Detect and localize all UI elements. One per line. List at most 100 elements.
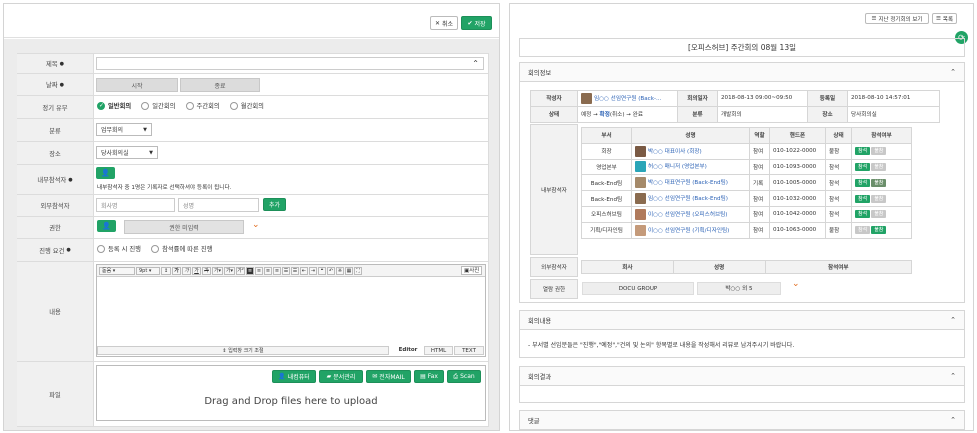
progress-option-on-register[interactable]: 등록 시 진행	[97, 244, 141, 253]
date-label: 날짜 ●	[17, 74, 94, 95]
progress-radio-group: 등록 시 진행 참석률에 따른 진행	[97, 244, 220, 255]
section-header-result[interactable]: 회의결과 ⌃	[519, 366, 965, 386]
external-add-button[interactable]: 추가	[263, 198, 286, 211]
attend-yes-button[interactable]: 참석	[855, 147, 871, 156]
folder-icon: ▰	[326, 373, 332, 380]
progress-option-by-rate[interactable]: 참석률에 따른 진행	[151, 244, 212, 253]
title-label: 제목 ●	[17, 54, 94, 73]
attend-no-button[interactable]: 불참	[871, 210, 887, 219]
caret-down-icon: ▼	[149, 149, 153, 156]
regular-option-general[interactable]: 일반회의	[97, 101, 131, 110]
info-table: 작성자 임○○ 선임연구원 (Back-... 회의일자 2018-08-13 …	[530, 90, 940, 123]
regular-radio-group: 일반회의 일간회의 주간회의 월간회의	[97, 101, 272, 112]
quote-icon[interactable]: ❝	[318, 267, 326, 275]
attendee-table: 부서 성명 역할 핸드폰 상태 참석여부 회장 박○○ 대표이사 (회장) 참여…	[581, 127, 912, 239]
status-label: 상태	[530, 105, 578, 123]
ordered-list-icon[interactable]: ☰	[282, 267, 290, 275]
align-center-icon[interactable]: ≡	[255, 267, 263, 275]
writer-label: 작성자	[530, 90, 578, 107]
underline-icon[interactable]: 가	[192, 267, 201, 275]
attend-yes-button[interactable]: 참석	[855, 226, 871, 235]
align-left-icon[interactable]: ≡	[246, 267, 254, 275]
attend-no-button[interactable]: 불참	[871, 147, 887, 156]
avatar	[635, 161, 646, 173]
font-family-select[interactable]: 돋움 ▾	[99, 267, 135, 275]
category-select[interactable]: 업무회의 ▼	[96, 123, 152, 136]
list-button[interactable]: ☰ 목록	[932, 13, 957, 24]
regular-option-daily[interactable]: 일간회의	[141, 101, 175, 110]
font-size-select[interactable]: 9pt ▾	[136, 267, 160, 275]
special-char-icon[interactable]: ※	[336, 267, 344, 275]
strike-icon[interactable]: 가	[202, 267, 211, 275]
category-label: 분류	[17, 119, 94, 141]
line-height-icon[interactable]: ↕	[161, 267, 171, 275]
add-auth-user-button[interactable]: 👤	[97, 220, 116, 232]
avatar	[635, 208, 646, 220]
external-name-input[interactable]: 성명	[178, 198, 259, 212]
regular-option-weekly[interactable]: 주간회의	[185, 101, 220, 110]
italic-icon[interactable]: 가	[182, 267, 191, 275]
regular-option-monthly[interactable]: 월간회의	[229, 101, 264, 110]
superscript-icon[interactable]: 가²	[236, 267, 245, 275]
chevron-up-icon[interactable]: ⌃	[472, 59, 479, 68]
upload-doc-manage-button[interactable]: ▰ 문서관리	[319, 370, 363, 383]
place-select[interactable]: 당사회의실 ▼	[96, 146, 158, 159]
attend-no-button[interactable]: 불참	[871, 194, 887, 203]
tab-text[interactable]: TEXT	[454, 346, 484, 355]
prev-regular-meeting-button[interactable]: ☰ 지난 정기회의 보기	[865, 13, 929, 24]
external-company-input[interactable]: 회사명	[96, 198, 175, 212]
insert-photo-button[interactable]: ▣사진	[461, 266, 483, 275]
writer-value[interactable]: 임○○ 선임연구원 (Back-...	[577, 90, 678, 107]
chevron-up-icon: ⌃	[950, 68, 956, 76]
table-row: 회장 박○○ 대표이사 (회장) 참여 010-1022-0000 불참 참석 불…	[581, 142, 912, 160]
editor-resize-handle[interactable]: ⇕ 입력창 크기 조절	[97, 346, 389, 355]
fullscreen-icon[interactable]: ⛶	[354, 267, 362, 275]
section-header-comment[interactable]: 댓글 ⌃	[519, 410, 965, 430]
table-row: Back-End팀 박○○ 대표연구원 (Back-End팀) 기록 010-1…	[581, 174, 912, 192]
section-header-info[interactable]: 회의정보 ⌃	[519, 62, 965, 82]
align-right-icon[interactable]: ≡	[264, 267, 272, 275]
attend-yes-button[interactable]: 참석	[855, 210, 871, 219]
section-header-content[interactable]: 회의내용 ⌃	[519, 310, 965, 330]
upload-fax-button[interactable]: ▤ Fax	[414, 370, 444, 383]
align-justify-icon[interactable]: ≡	[273, 267, 281, 275]
date-start-button[interactable]: 시작	[96, 78, 178, 92]
add-internal-attendee-button[interactable]: 👤	[96, 167, 115, 179]
cancel-button[interactable]: ✕ 취소	[430, 16, 458, 30]
auth-value-box: 권한 미입력	[124, 220, 244, 234]
upload-email-button[interactable]: ✉ 전자MAIL	[366, 370, 411, 383]
save-button[interactable]: ✔ 저장	[461, 16, 492, 30]
attend-no-button[interactable]: 불참	[871, 226, 887, 235]
upload-scan-button[interactable]: ⎙ Scan	[447, 370, 481, 383]
undo-icon[interactable]: ↶	[327, 267, 335, 275]
table-row: 영업본부 허○○ 매니저 (영업본부) 참여 010-1093-0000 참석 …	[581, 158, 912, 176]
caret-down-icon: ▼	[143, 126, 147, 133]
table-icon[interactable]: ▦	[345, 267, 353, 275]
font-color-icon[interactable]: 가▾	[212, 267, 223, 275]
attend-no-button[interactable]: 불참	[871, 178, 887, 187]
chevron-up-icon: ⌃	[950, 416, 956, 424]
attend-no-button[interactable]: 불참	[871, 162, 887, 171]
view-auth-label: 열람 권한	[530, 279, 578, 299]
editor-content-area[interactable]	[97, 278, 485, 344]
tab-editor[interactable]: Editor	[392, 346, 424, 355]
internal-attendee-label: 내부참석자 ●	[17, 165, 94, 194]
table-row: 오피스허브팀 이○○ 선임연구원 (오피스허브팀) 참여 010-1042-00…	[581, 205, 912, 223]
bullet-list-icon[interactable]: ☰	[291, 267, 299, 275]
outdent-icon[interactable]: ⇤	[300, 267, 308, 275]
chevron-down-icon[interactable]: ⌄	[792, 279, 800, 289]
upload-my-computer-button[interactable]: 👤 내컴퓨터	[272, 370, 316, 383]
date-end-button[interactable]: 종료	[180, 78, 260, 92]
category-value: 개발회의	[717, 105, 808, 123]
attend-yes-button[interactable]: 참석	[855, 194, 871, 203]
user-icon: 👤	[278, 373, 286, 380]
indent-icon[interactable]: ⇥	[309, 267, 317, 275]
bg-color-icon[interactable]: 가▾	[224, 267, 235, 275]
bold-icon[interactable]: 가	[172, 267, 181, 275]
tab-html[interactable]: HTML	[424, 346, 453, 355]
attend-yes-button[interactable]: 참석	[855, 162, 871, 171]
internal-attendees-label: 내부참석자	[530, 124, 578, 255]
chevron-down-icon[interactable]: ⌄	[252, 220, 260, 230]
title-input[interactable]: ⌃	[96, 57, 484, 70]
attend-yes-button[interactable]: 참석	[855, 178, 871, 187]
